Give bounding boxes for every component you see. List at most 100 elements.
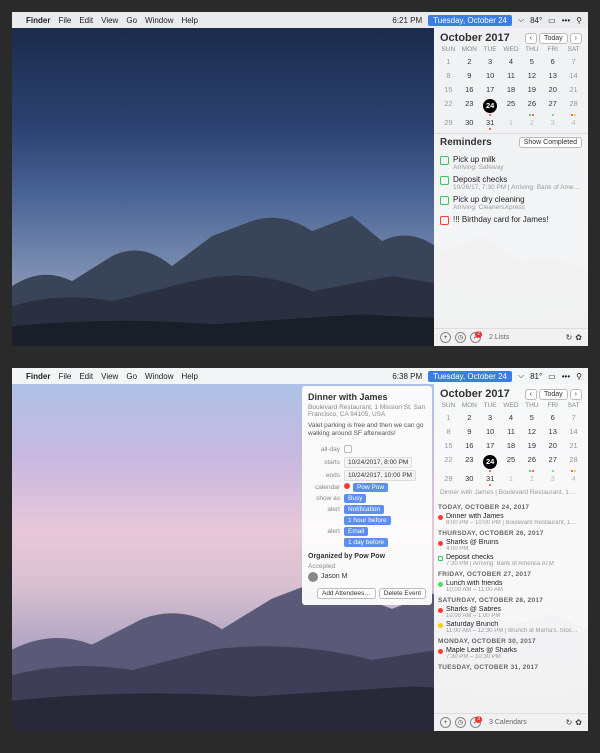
event-location[interactable]: Boulevard Restaurant, 1 Mission St, San … <box>308 404 426 418</box>
calendar-day[interactable]: 22 <box>438 453 459 471</box>
date-indicator[interactable]: Tuesday, October 24 <box>428 15 512 26</box>
menu-view[interactable]: View <box>101 372 118 381</box>
calendar-day[interactable]: 25 <box>501 453 522 471</box>
overflow-icon[interactable]: ••• <box>562 372 570 381</box>
calendar-day[interactable]: 2 <box>521 116 542 129</box>
reminder-checkbox[interactable] <box>440 176 449 185</box>
calendar-grid[interactable]: 1234567891011121314151617181920212223242… <box>434 409 588 489</box>
search-icon[interactable]: ⚲ <box>576 16 582 25</box>
calendar-select[interactable]: Pow Pow <box>353 483 388 492</box>
allday-checkbox[interactable] <box>344 445 352 453</box>
app-name[interactable]: Finder <box>26 372 50 381</box>
calendar-day[interactable]: 19 <box>521 83 542 96</box>
calendar-day[interactable]: 1 <box>438 411 459 424</box>
battery-icon[interactable]: ▭ <box>548 16 556 25</box>
alert2-time[interactable]: 1 day before <box>344 538 388 547</box>
calendar-day[interactable]: 3 <box>480 411 501 424</box>
calendar-icon[interactable]: ◷ <box>455 332 466 343</box>
calendar-day[interactable]: 26 <box>521 453 542 471</box>
calendar-day[interactable]: 13 <box>542 425 563 438</box>
calendar-day[interactable]: 5 <box>521 55 542 68</box>
calendar-day[interactable]: 18 <box>501 83 522 96</box>
delete-event-button[interactable]: Delete Event <box>379 588 426 599</box>
calendar-day[interactable]: 17 <box>480 83 501 96</box>
reminder-item[interactable]: Pick up dry cleaningArriving: CleanersXp… <box>438 193 584 213</box>
calendar-day[interactable]: 30 <box>459 472 480 485</box>
menu-help[interactable]: Help <box>181 372 197 381</box>
list-count[interactable]: 2 Lists <box>489 334 509 341</box>
reminders-icon[interactable]: ✓ <box>470 332 481 343</box>
menu-edit[interactable]: Edit <box>79 16 93 25</box>
calendar-day[interactable]: 21 <box>563 439 584 452</box>
menu-go[interactable]: Go <box>126 372 137 381</box>
calendar-day[interactable]: 19 <box>521 439 542 452</box>
calendar-day[interactable]: 16 <box>459 83 480 96</box>
reminder-checkbox[interactable] <box>440 156 449 165</box>
prev-month-button[interactable]: ‹ <box>525 389 537 400</box>
agenda-event[interactable]: Dinner with James8:00 PM – 10:00 PM | Bo… <box>438 512 584 527</box>
refresh-icon[interactable]: ↻ <box>566 718 573 727</box>
agenda-event[interactable]: Lunch with friends10:00 AM – 11:00 AM <box>438 579 584 594</box>
battery-icon[interactable]: ▭ <box>548 372 556 381</box>
calendar-day[interactable]: 20 <box>542 439 563 452</box>
calendar-icon[interactable]: ◷ <box>455 717 466 728</box>
calendar-day[interactable]: 11 <box>501 69 522 82</box>
calendar-day[interactable]: 2 <box>459 55 480 68</box>
calendar-grid[interactable]: 1234567891011121314151617181920212223242… <box>434 53 588 133</box>
calendar-day[interactable]: 16 <box>459 439 480 452</box>
calendar-day[interactable]: 1 <box>438 55 459 68</box>
calendar-day[interactable]: 4 <box>563 472 584 485</box>
starts-field[interactable]: 10/24/2017, 8:00 PM <box>344 457 412 468</box>
calendar-day[interactable]: 15 <box>438 83 459 96</box>
event-note[interactable]: Valet parking is free and then we can go… <box>308 422 426 439</box>
calendar-day[interactable]: 3 <box>542 472 563 485</box>
calendar-day[interactable]: 12 <box>521 425 542 438</box>
calendar-day[interactable]: 8 <box>438 425 459 438</box>
settings-icon[interactable]: ✿ <box>575 718 582 727</box>
next-month-button[interactable]: › <box>570 33 582 44</box>
calendar-day[interactable]: 10 <box>480 425 501 438</box>
today-button[interactable]: Today <box>539 33 568 44</box>
reminders-icon[interactable]: ✓ <box>470 717 481 728</box>
calendar-day[interactable]: 3 <box>542 116 563 129</box>
calendar-day[interactable]: 5 <box>521 411 542 424</box>
calendar-count[interactable]: 3 Calendars <box>489 719 527 726</box>
show-completed-button[interactable]: Show Completed <box>519 137 582 148</box>
menu-go[interactable]: Go <box>126 16 137 25</box>
add-event-icon[interactable]: + <box>440 332 451 343</box>
calendar-day[interactable]: 31 <box>480 472 501 485</box>
prev-month-button[interactable]: ‹ <box>525 33 537 44</box>
add-event-icon[interactable]: + <box>440 717 451 728</box>
calendar-day[interactable]: 28 <box>563 97 584 115</box>
calendar-day[interactable]: 4 <box>501 55 522 68</box>
calendar-day[interactable]: 27 <box>542 97 563 115</box>
calendar-day[interactable]: 4 <box>563 116 584 129</box>
weather[interactable]: 84° <box>530 16 542 25</box>
calendar-day[interactable]: 28 <box>563 453 584 471</box>
clock[interactable]: 6:38 PM <box>392 372 422 381</box>
wifi-icon[interactable]: ⌵ <box>518 371 524 381</box>
reminder-checkbox[interactable] <box>440 196 449 205</box>
calendar-day[interactable]: 4 <box>501 411 522 424</box>
next-month-button[interactable]: › <box>570 389 582 400</box>
calendar-day[interactable]: 7 <box>563 55 584 68</box>
calendar-day[interactable]: 29 <box>438 472 459 485</box>
calendar-day[interactable]: 6 <box>542 55 563 68</box>
menu-view[interactable]: View <box>101 16 118 25</box>
calendar-day[interactable]: 9 <box>459 69 480 82</box>
calendar-day[interactable]: 24 <box>480 453 501 471</box>
today-button[interactable]: Today <box>539 389 568 400</box>
menu-window[interactable]: Window <box>145 372 173 381</box>
reminder-item[interactable]: Pick up milkArriving: Safeway <box>438 153 584 173</box>
reminder-item[interactable]: !!! Birthday card for James! <box>438 213 584 227</box>
calendar-day[interactable]: 27 <box>542 453 563 471</box>
add-attendees-button[interactable]: Add Attendees… <box>317 588 376 599</box>
calendar-day[interactable]: 31 <box>480 116 501 129</box>
calendar-day[interactable]: 26 <box>521 97 542 115</box>
menu-edit[interactable]: Edit <box>79 372 93 381</box>
calendar-day[interactable]: 15 <box>438 439 459 452</box>
refresh-icon[interactable]: ↻ <box>566 333 573 342</box>
calendar-day[interactable]: 12 <box>521 69 542 82</box>
calendar-day[interactable]: 17 <box>480 439 501 452</box>
menu-help[interactable]: Help <box>181 16 197 25</box>
